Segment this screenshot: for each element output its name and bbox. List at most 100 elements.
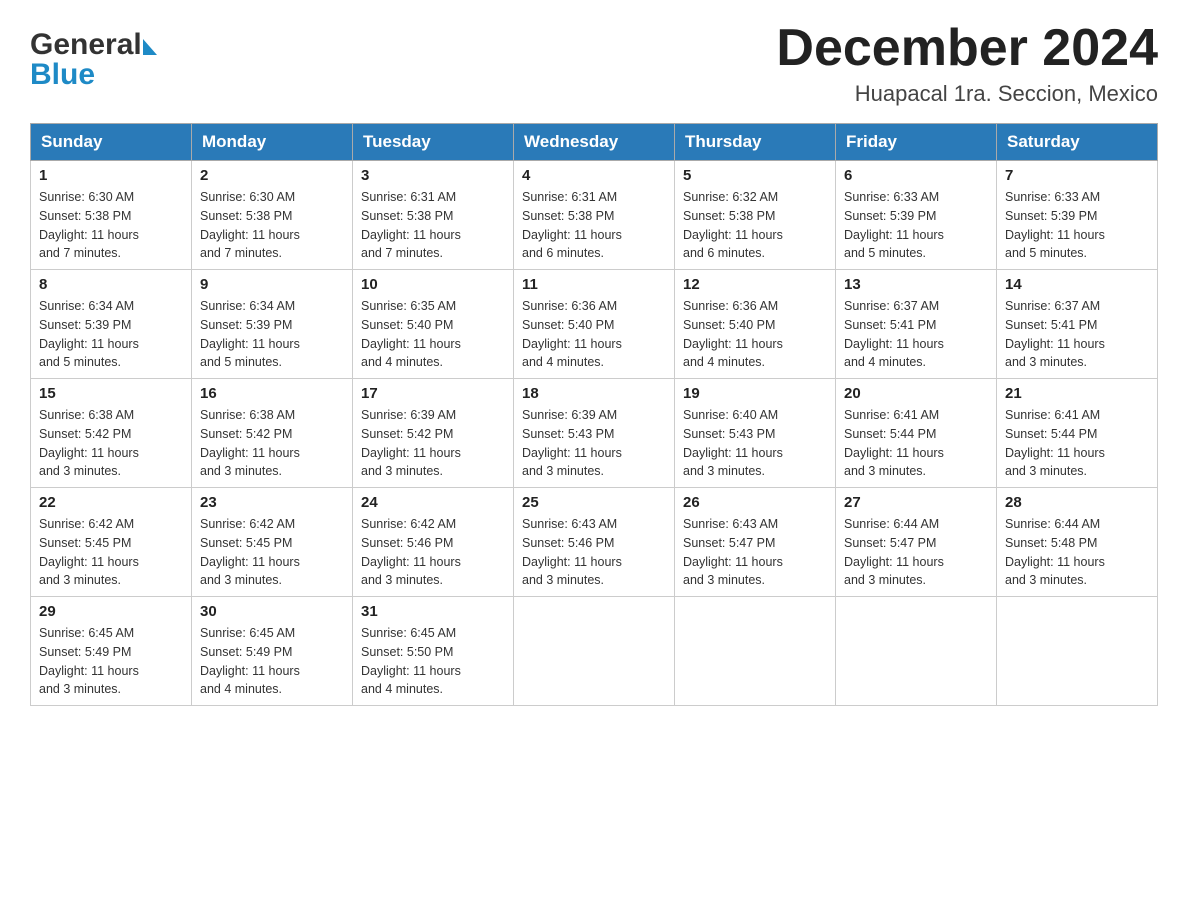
day-info: Sunrise: 6:30 AMSunset: 5:38 PMDaylight:… — [39, 188, 183, 263]
day-number: 13 — [844, 276, 988, 293]
day-info: Sunrise: 6:34 AMSunset: 5:39 PMDaylight:… — [200, 297, 344, 372]
calendar-cell: 30 Sunrise: 6:45 AMSunset: 5:49 PMDayligh… — [192, 597, 353, 706]
day-number: 3 — [361, 167, 505, 184]
calendar-cell: 2 Sunrise: 6:30 AMSunset: 5:38 PMDaylight… — [192, 161, 353, 270]
day-number: 27 — [844, 494, 988, 511]
day-number: 4 — [522, 167, 666, 184]
calendar-cell: 5Sunrise: 6:32 AMSunset: 5:38 PMDaylight… — [675, 161, 836, 270]
day-info: Sunrise: 6:37 AMSunset: 5:41 PMDaylight:… — [1005, 297, 1149, 372]
day-info: Sunrise: 6:44 AMSunset: 5:48 PMDaylight:… — [1005, 515, 1149, 590]
calendar-cell — [675, 597, 836, 706]
day-info: Sunrise: 6:40 AMSunset: 5:43 PMDaylight:… — [683, 406, 827, 481]
day-number: 2 — [200, 167, 344, 184]
calendar-cell: 31 Sunrise: 6:45 AMSunset: 5:50 PMDayligh… — [353, 597, 514, 706]
day-number: 5 — [683, 167, 827, 184]
logo-arrow-icon — [143, 39, 157, 55]
day-number: 7 — [1005, 167, 1149, 184]
day-info: Sunrise: 6:33 AMSunset: 5:39 PMDaylight:… — [844, 188, 988, 263]
calendar-cell: 14 Sunrise: 6:37 AMSunset: 5:41 PMDayligh… — [997, 270, 1158, 379]
calendar-week-row: 1 Sunrise: 6:30 AMSunset: 5:38 PMDaylight… — [31, 161, 1158, 270]
day-number: 12 — [683, 276, 827, 293]
day-number: 19 — [683, 385, 827, 402]
day-number: 24 — [361, 494, 505, 511]
day-info: Sunrise: 6:36 AMSunset: 5:40 PMDaylight:… — [522, 297, 666, 372]
day-number: 30 — [200, 603, 344, 620]
calendar-cell: 6 Sunrise: 6:33 AMSunset: 5:39 PMDaylight… — [836, 161, 997, 270]
day-number: 23 — [200, 494, 344, 511]
day-number: 17 — [361, 385, 505, 402]
day-number: 11 — [522, 276, 666, 293]
day-number: 25 — [522, 494, 666, 511]
calendar-cell: 18Sunrise: 6:39 AMSunset: 5:43 PMDayligh… — [514, 379, 675, 488]
day-info: Sunrise: 6:36 AMSunset: 5:40 PMDaylight:… — [683, 297, 827, 372]
calendar-week-row: 22Sunrise: 6:42 AMSunset: 5:45 PMDayligh… — [31, 488, 1158, 597]
calendar-cell: 27 Sunrise: 6:44 AMSunset: 5:47 PMDayligh… — [836, 488, 997, 597]
day-info: Sunrise: 6:42 AMSunset: 5:45 PMDaylight:… — [200, 515, 344, 590]
calendar-cell: 16 Sunrise: 6:38 AMSunset: 5:42 PMDayligh… — [192, 379, 353, 488]
weekday-header-friday: Friday — [836, 124, 997, 161]
calendar-cell: 29 Sunrise: 6:45 AMSunset: 5:49 PMDayligh… — [31, 597, 192, 706]
calendar-week-row: 15 Sunrise: 6:38 AMSunset: 5:42 PMDayligh… — [31, 379, 1158, 488]
day-number: 15 — [39, 385, 183, 402]
day-number: 26 — [683, 494, 827, 511]
day-number: 10 — [361, 276, 505, 293]
calendar-cell: 17 Sunrise: 6:39 AMSunset: 5:42 PMDayligh… — [353, 379, 514, 488]
day-number: 28 — [1005, 494, 1149, 511]
calendar-cell: 8Sunrise: 6:34 AMSunset: 5:39 PMDaylight… — [31, 270, 192, 379]
calendar-week-row: 8Sunrise: 6:34 AMSunset: 5:39 PMDaylight… — [31, 270, 1158, 379]
calendar-cell: 13Sunrise: 6:37 AMSunset: 5:41 PMDayligh… — [836, 270, 997, 379]
day-number: 9 — [200, 276, 344, 293]
day-info: Sunrise: 6:35 AMSunset: 5:40 PMDaylight:… — [361, 297, 505, 372]
day-info: Sunrise: 6:45 AMSunset: 5:50 PMDaylight:… — [361, 624, 505, 699]
day-number: 31 — [361, 603, 505, 620]
calendar-week-row: 29 Sunrise: 6:45 AMSunset: 5:49 PMDayligh… — [31, 597, 1158, 706]
day-number: 1 — [39, 167, 183, 184]
day-info: Sunrise: 6:45 AMSunset: 5:49 PMDaylight:… — [39, 624, 183, 699]
day-number: 14 — [1005, 276, 1149, 293]
calendar-cell: 28 Sunrise: 6:44 AMSunset: 5:48 PMDayligh… — [997, 488, 1158, 597]
day-info: Sunrise: 6:43 AMSunset: 5:46 PMDaylight:… — [522, 515, 666, 590]
calendar-cell: 1 Sunrise: 6:30 AMSunset: 5:38 PMDaylight… — [31, 161, 192, 270]
day-info: Sunrise: 6:33 AMSunset: 5:39 PMDaylight:… — [1005, 188, 1149, 263]
title-block: December 2024 Huapacal 1ra. Seccion, Mex… — [776, 20, 1158, 107]
day-number: 6 — [844, 167, 988, 184]
day-number: 21 — [1005, 385, 1149, 402]
calendar-cell: 12 Sunrise: 6:36 AMSunset: 5:40 PMDayligh… — [675, 270, 836, 379]
day-info: Sunrise: 6:34 AMSunset: 5:39 PMDaylight:… — [39, 297, 183, 372]
calendar-cell: 21Sunrise: 6:41 AMSunset: 5:44 PMDayligh… — [997, 379, 1158, 488]
page-header: General Blue December 2024 Huapacal 1ra.… — [30, 20, 1158, 107]
logo-blue-text: Blue — [30, 58, 95, 92]
calendar-cell: 3Sunrise: 6:31 AMSunset: 5:38 PMDaylight… — [353, 161, 514, 270]
calendar-cell: 24 Sunrise: 6:42 AMSunset: 5:46 PMDayligh… — [353, 488, 514, 597]
calendar-cell — [997, 597, 1158, 706]
month-title: December 2024 — [776, 20, 1158, 77]
day-number: 29 — [39, 603, 183, 620]
day-info: Sunrise: 6:42 AMSunset: 5:46 PMDaylight:… — [361, 515, 505, 590]
logo-general-text: General — [30, 28, 142, 62]
day-info: Sunrise: 6:45 AMSunset: 5:49 PMDaylight:… — [200, 624, 344, 699]
calendar-cell: 20Sunrise: 6:41 AMSunset: 5:44 PMDayligh… — [836, 379, 997, 488]
weekday-header-sunday: Sunday — [31, 124, 192, 161]
weekday-header-wednesday: Wednesday — [514, 124, 675, 161]
day-info: Sunrise: 6:39 AMSunset: 5:42 PMDaylight:… — [361, 406, 505, 481]
day-number: 16 — [200, 385, 344, 402]
day-info: Sunrise: 6:44 AMSunset: 5:47 PMDaylight:… — [844, 515, 988, 590]
calendar-header-row: SundayMondayTuesdayWednesdayThursdayFrid… — [31, 124, 1158, 161]
calendar-cell: 23 Sunrise: 6:42 AMSunset: 5:45 PMDayligh… — [192, 488, 353, 597]
calendar-cell — [836, 597, 997, 706]
weekday-header-saturday: Saturday — [997, 124, 1158, 161]
weekday-header-monday: Monday — [192, 124, 353, 161]
day-info: Sunrise: 6:31 AMSunset: 5:38 PMDaylight:… — [522, 188, 666, 263]
day-info: Sunrise: 6:38 AMSunset: 5:42 PMDaylight:… — [200, 406, 344, 481]
calendar-cell: 22Sunrise: 6:42 AMSunset: 5:45 PMDayligh… — [31, 488, 192, 597]
day-number: 18 — [522, 385, 666, 402]
calendar-cell: 4 Sunrise: 6:31 AMSunset: 5:38 PMDaylight… — [514, 161, 675, 270]
calendar-cell: 25 Sunrise: 6:43 AMSunset: 5:46 PMDayligh… — [514, 488, 675, 597]
calendar-cell: 11 Sunrise: 6:36 AMSunset: 5:40 PMDayligh… — [514, 270, 675, 379]
weekday-header-thursday: Thursday — [675, 124, 836, 161]
day-info: Sunrise: 6:38 AMSunset: 5:42 PMDaylight:… — [39, 406, 183, 481]
day-info: Sunrise: 6:42 AMSunset: 5:45 PMDaylight:… — [39, 515, 183, 590]
calendar-cell: 10 Sunrise: 6:35 AMSunset: 5:40 PMDayligh… — [353, 270, 514, 379]
calendar-cell: 26Sunrise: 6:43 AMSunset: 5:47 PMDayligh… — [675, 488, 836, 597]
day-info: Sunrise: 6:30 AMSunset: 5:38 PMDaylight:… — [200, 188, 344, 263]
